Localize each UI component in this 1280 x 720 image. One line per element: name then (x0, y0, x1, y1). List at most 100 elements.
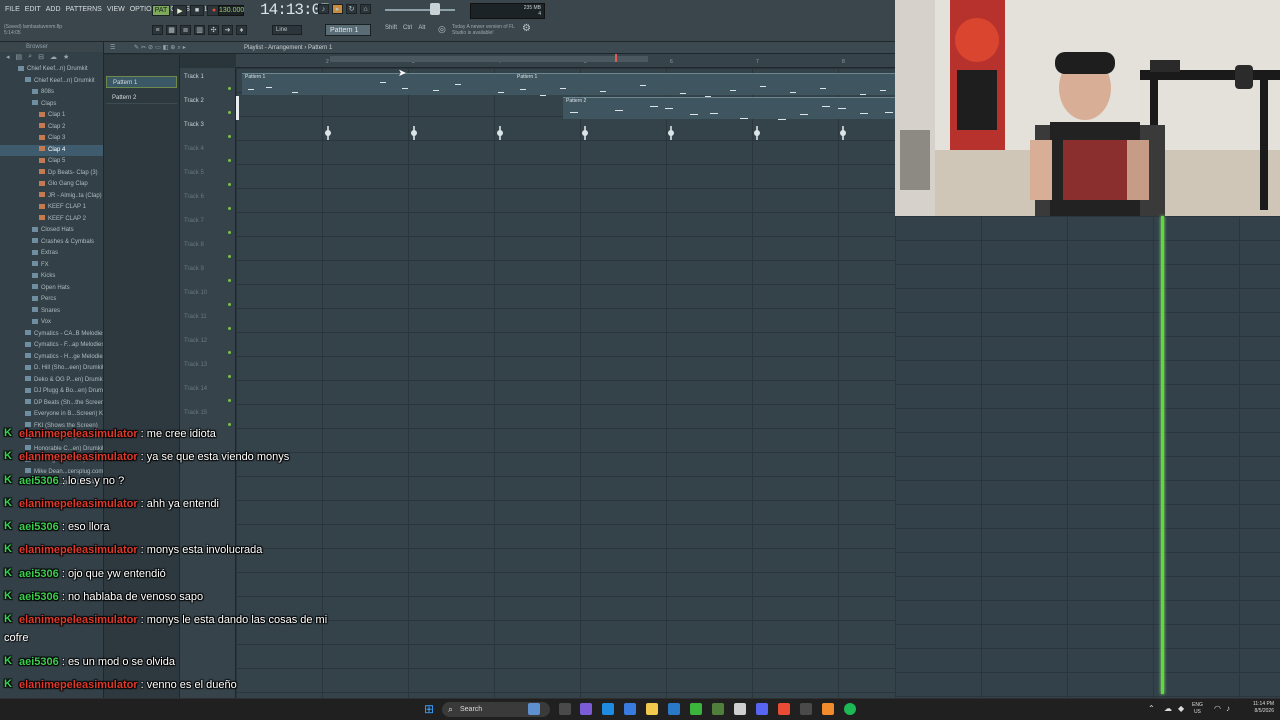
spotify-icon[interactable] (844, 703, 856, 715)
menu-item-add[interactable]: ADD (45, 6, 62, 13)
play-button[interactable]: ▶ (173, 5, 187, 16)
tempo-display[interactable]: 130.000 (218, 5, 244, 16)
snap-select[interactable]: Line (272, 25, 302, 35)
picker-pattern[interactable]: Pattern 2 (106, 92, 177, 104)
pattern-song-toggle[interactable]: PAT (152, 5, 170, 16)
track-mute-led[interactable] (228, 111, 231, 114)
piano-roll-icon[interactable]: ▦ (166, 25, 177, 35)
track-name[interactable]: Track 12 (184, 338, 207, 344)
track-name[interactable]: Track 3 (184, 122, 204, 128)
browser-item[interactable]: DJ Plugg & Bo...en) Drumkit (0, 386, 103, 398)
onedrive-icon[interactable]: ☁ (1164, 704, 1172, 713)
song-position-bar[interactable] (330, 56, 648, 62)
discord-icon[interactable] (756, 703, 768, 715)
step-icon[interactable]: ⌂ (360, 4, 371, 14)
track-name[interactable]: Track 14 (184, 386, 207, 392)
audio-clip[interactable] (840, 126, 846, 140)
audio-clip[interactable] (754, 126, 760, 140)
explorer-icon[interactable] (646, 703, 658, 715)
menu-item-patterns[interactable]: PATTERNS (65, 6, 103, 13)
copilot-icon[interactable] (580, 703, 592, 715)
track-name[interactable]: Track 2 (184, 98, 204, 104)
minecraft-icon[interactable] (712, 703, 724, 715)
audio-clip[interactable] (668, 126, 674, 140)
star-icon[interactable]: ★ (63, 53, 69, 61)
track-mute-led[interactable] (228, 279, 231, 282)
track-mute-led[interactable] (228, 303, 231, 306)
audio-clip[interactable] (582, 126, 588, 140)
plugin-icon[interactable]: ✣ (208, 25, 219, 35)
browser-item[interactable]: Clap 2 (0, 122, 103, 134)
pattern-clip[interactable]: Pattern 1 (242, 73, 514, 95)
track-mute-led[interactable] (228, 399, 231, 402)
playlist-tools-icon[interactable]: ✎✂⊘▭◧⊕⌕▸ (134, 42, 188, 54)
cloud-icon[interactable]: ☁ (50, 53, 57, 61)
widgets-icon[interactable] (528, 703, 540, 715)
back-icon[interactable]: ◂ (6, 53, 10, 61)
tray-chevron-icon[interactable]: ⌃ (1148, 704, 1155, 713)
loop-icon[interactable]: ↻ (346, 4, 357, 14)
xbox-icon[interactable] (690, 703, 702, 715)
pattern-selector[interactable]: Pattern 1 (325, 24, 371, 36)
mic-icon[interactable]: ♦ (236, 25, 247, 35)
browser-item[interactable]: Deko & OG P...en) Drumkit (0, 375, 103, 387)
security-icon[interactable]: ◆ (1178, 704, 1184, 713)
browser-item[interactable]: Clap 4 (0, 144, 103, 156)
chrome-icon[interactable] (778, 703, 790, 715)
song-position-marker[interactable] (615, 54, 617, 62)
track-name[interactable]: Track 7 (184, 218, 204, 224)
browser-item[interactable]: Glo Gang Clap (0, 179, 103, 191)
metronome-icon[interactable]: ♪ (318, 4, 329, 14)
browser-item[interactable]: Clap 3 (0, 133, 103, 145)
playlist-icon[interactable]: ≣ (180, 25, 191, 35)
track-name[interactable]: Track 15 (184, 410, 207, 416)
browser-item[interactable]: Cymatics - H...ge Melodies) (0, 352, 103, 364)
browser-item[interactable]: Claps (0, 99, 103, 111)
store-icon[interactable] (624, 703, 636, 715)
browser-item[interactable]: Everyone in B...Screen) Kit (0, 409, 103, 421)
track-name[interactable]: Track 10 (184, 290, 207, 296)
language-indicator[interactable]: ENG US (1192, 702, 1203, 716)
audio-clip[interactable] (497, 126, 503, 140)
browser-item[interactable]: Chief Keef...n) Drumkit (0, 76, 103, 88)
main-volume-slider[interactable] (385, 9, 455, 11)
volume-icon[interactable]: ♪ (1226, 704, 1230, 713)
hint-icon[interactable]: ☰ (110, 42, 115, 54)
track-mute-led[interactable] (228, 351, 231, 354)
browser-item[interactable]: Vox (0, 317, 103, 329)
audio-clip[interactable] (411, 126, 417, 140)
browser-item[interactable]: Snares (0, 306, 103, 318)
picker-pattern[interactable]: Pattern 1 (106, 76, 177, 88)
track-name[interactable]: Track 4 (184, 146, 204, 152)
folder-icon[interactable]: ▤ (16, 53, 23, 61)
track-mute-led[interactable] (228, 375, 231, 378)
fl-studio-icon[interactable] (822, 703, 834, 715)
browser-item[interactable]: Cymatics - CA..B Melodies) (0, 329, 103, 341)
outlook-icon[interactable] (668, 703, 680, 715)
browser-item[interactable]: Percs (0, 294, 103, 306)
stop-button[interactable]: ■ (190, 5, 204, 16)
browser-item[interactable]: Crashes & Cymbals (0, 237, 103, 249)
browser-item[interactable]: KEEF CLAP 1 (0, 202, 103, 214)
playlist-grid-right[interactable] (895, 216, 1280, 702)
browser-item[interactable]: Kicks (0, 271, 103, 283)
track-name[interactable]: Track 8 (184, 242, 204, 248)
track-name[interactable]: Track 5 (184, 170, 204, 176)
browser-item[interactable]: JR - Almig..ta (Clap) (0, 191, 103, 203)
wait-icon[interactable]: ▸ (332, 4, 343, 14)
news-text[interactable]: Today A newer version of FL Studio is av… (452, 24, 522, 36)
clock-tray[interactable]: 11:14 PM 8/5/2026 (1253, 701, 1274, 715)
pattern-clip[interactable]: Pattern 1 (514, 73, 895, 95)
browser-item[interactable]: Extras (0, 248, 103, 260)
browser-item[interactable]: KEEF CLAP 2 (0, 214, 103, 226)
menu-item-view[interactable]: VIEW (106, 6, 126, 13)
browser-item[interactable]: Cymatics - F...ap Melodies) (0, 340, 103, 352)
track-name[interactable]: Track 9 (184, 266, 204, 272)
edge-icon[interactable] (602, 703, 614, 715)
browser-item[interactable]: DP Beats (Sh...the Screen) (0, 398, 103, 410)
help-icon[interactable]: ⚙ (522, 23, 531, 34)
track-mute-led[interactable] (228, 255, 231, 258)
audio-clip[interactable] (325, 126, 331, 140)
track-mute-led[interactable] (228, 135, 231, 138)
track-mute-led[interactable] (228, 207, 231, 210)
